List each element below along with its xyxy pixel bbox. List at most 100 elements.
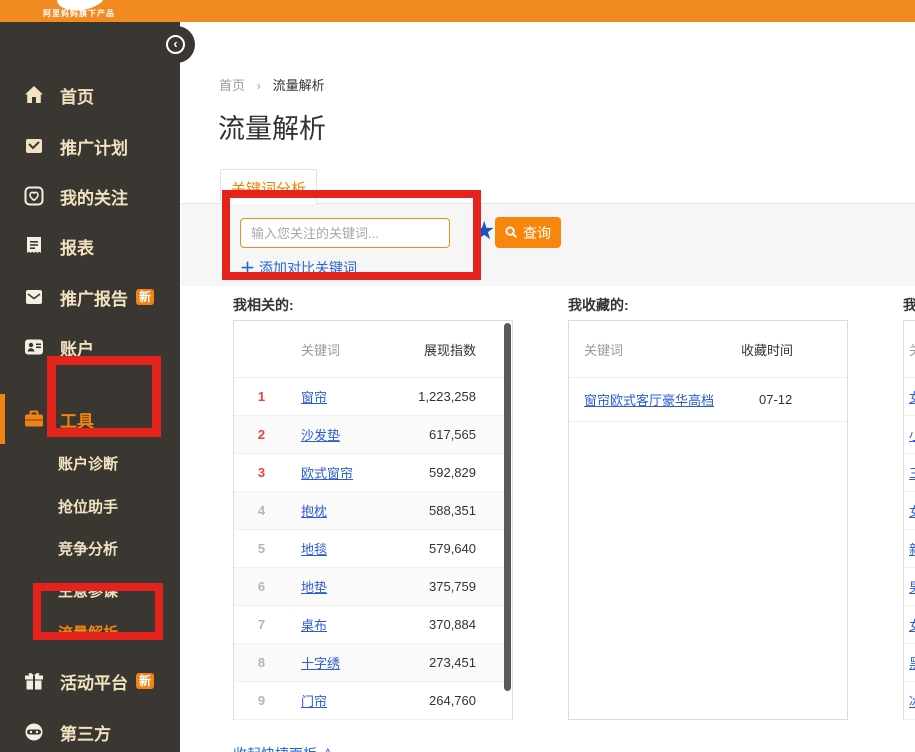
rank: 1 [234,389,289,404]
collapse-quick-panel-label: 收起快捷面板 [233,746,317,752]
breadcrumb: 首页 › 流量解析 [219,75,325,94]
keyword-link[interactable]: 女 [909,615,915,634]
table-row: 三 [904,454,915,492]
sidebar-item-reports[interactable]: 报表 [0,228,180,264]
sidebar-item-label: 报表 [60,234,94,259]
query-button[interactable]: 查询 [495,217,561,248]
impression-value: 588,351 [379,503,484,518]
keyword-link[interactable]: 十字绣 [301,656,340,671]
robot-icon [22,720,46,744]
keyword-column-header: 关键词 [569,340,731,359]
tools-icon [22,407,46,431]
gift-icon [22,669,46,693]
sidebar-subitem-account-diagnosis[interactable]: 账户诊断 [0,452,180,478]
new-badge: 新 [136,289,154,305]
query-button-label: 查询 [523,223,551,243]
rank: 7 [234,617,289,632]
sidebar-item-label: 首页 [60,83,94,108]
annotation-box-tools-menu [47,356,161,437]
chevron-up-icon: ∧ [321,746,335,752]
keyword-link[interactable]: 窗帘欧式客厅豪华高档 [584,393,714,408]
keyword-link[interactable]: 女 [909,387,915,406]
heart-icon [22,184,46,208]
rank: 6 [234,579,289,594]
favorite-time-column-header: 收藏时间 [731,340,793,359]
keyword-column-header: 关键词 [289,340,379,359]
related-panel-title: 我相关的: [233,295,294,315]
rank: 3 [234,465,289,480]
keyword-link[interactable]: 窗帘 [301,390,327,405]
sidebar-subitem-position-assistant[interactable]: 抢位助手 [0,495,180,521]
sidebar-item-third-party[interactable]: 第三方 [0,714,180,750]
account-icon [22,335,46,359]
keyword-link[interactable]: 抱枕 [301,504,327,519]
new-badge: 新 [136,673,154,689]
table-row: 新 [904,530,915,568]
sidebar-item-home[interactable]: 首页 [0,77,180,113]
page-title: 流量解析 [218,107,326,146]
sidebar-item-label: 我的关注 [60,184,128,209]
table-header-row: 关 [904,321,915,378]
keyword-link[interactable]: 地垫 [301,580,327,595]
sidebar-item-label: 推广报告 [60,285,128,310]
table-row: 1 窗帘 1,223,258 [234,378,512,416]
sidebar-item-promo-report[interactable]: 推广报告 新 [0,279,180,315]
table-row: 女 [904,378,915,416]
sidebar-subitem-competition-analysis[interactable]: 竞争分析 [0,537,180,563]
breadcrumb-current: 流量解析 [273,78,325,93]
sidebar-subitem-label: 账户诊断 [58,456,118,473]
keyword-link[interactable]: 地毯 [301,542,327,557]
keyword-link[interactable]: 黑 [909,653,915,672]
keyword-link[interactable]: 男 [909,577,915,596]
table-row: 冰 [904,682,915,720]
table-row: 5地毯579,640 [234,530,512,568]
impression-value: 273,451 [379,655,484,670]
table-row: 2沙发垫617,565 [234,416,512,454]
keyword-link[interactable]: 女 [909,501,915,520]
annotation-box-traffic-analysis-menu [33,583,163,640]
impression-value: 617,565 [379,427,484,442]
favorites-table: 关键词 收藏时间 窗帘欧式客厅豪华高档 07-12 [568,320,848,720]
search-icon [505,226,518,239]
keyword-link[interactable]: 冰 [909,691,915,710]
breadcrumb-home-link[interactable]: 首页 [219,78,245,93]
annotation-box-search-input [222,190,481,280]
sidebar-item-campaigns[interactable]: 推广计划 [0,128,180,164]
top-brand-bar: 阿里妈妈旗下产品 [0,0,915,22]
table-scrollbar-thumb[interactable] [504,323,511,691]
keyword-link[interactable]: 小 [909,425,915,444]
rank: 4 [234,503,289,518]
rank: 5 [234,541,289,556]
keyword-link[interactable]: 三 [909,463,915,482]
table-row: 7桌布370,884 [234,606,512,644]
table-row: 黑 [904,644,915,682]
home-icon [22,83,46,107]
keyword-link[interactable]: 桌布 [301,618,327,633]
report-icon [22,234,46,258]
collapse-sidebar-button[interactable]: ‹ [166,35,185,54]
table-row: 9门帘264,760 [234,682,512,720]
impression-value: 375,759 [379,579,484,594]
impression-value: 1,223,258 [379,389,484,404]
sidebar-item-activity-platform[interactable]: 活动平台 新 [0,663,180,699]
keyword-link[interactable]: 门帘 [301,694,327,709]
sidebar-collapse-bump: ‹ [158,26,195,63]
sidebar-item-follows[interactable]: 我的关注 [0,178,180,214]
searched-panel-title: 我 [903,295,915,315]
collapse-quick-panel-link[interactable]: 收起快捷面板 ∧ [233,744,335,752]
table-row: 女 [904,492,915,530]
keyword-link[interactable]: 新 [909,539,915,558]
table-row: 女 [904,606,915,644]
promo-report-icon [22,285,46,309]
favorite-time: 07-12 [731,392,792,407]
table-row: 6 地垫 375,759 [234,568,512,606]
keyword-link[interactable]: 欧式窗帘 [301,466,353,481]
table-row: 4 抱枕 588,351 [234,492,512,530]
brand-caption: 阿里妈妈旗下产品 [43,8,115,19]
impression-value: 264,760 [379,693,484,708]
table-row: 窗帘欧式客厅豪华高档 07-12 [569,378,847,422]
campaign-icon [22,134,46,158]
keyword-link[interactable]: 沙发垫 [301,428,340,443]
app-window: 阿里妈妈旗下产品 首页 推广计划 我的关注 报表 推广报告 新 账户 [0,0,915,752]
chevron-left-icon: ‹ [173,36,177,51]
